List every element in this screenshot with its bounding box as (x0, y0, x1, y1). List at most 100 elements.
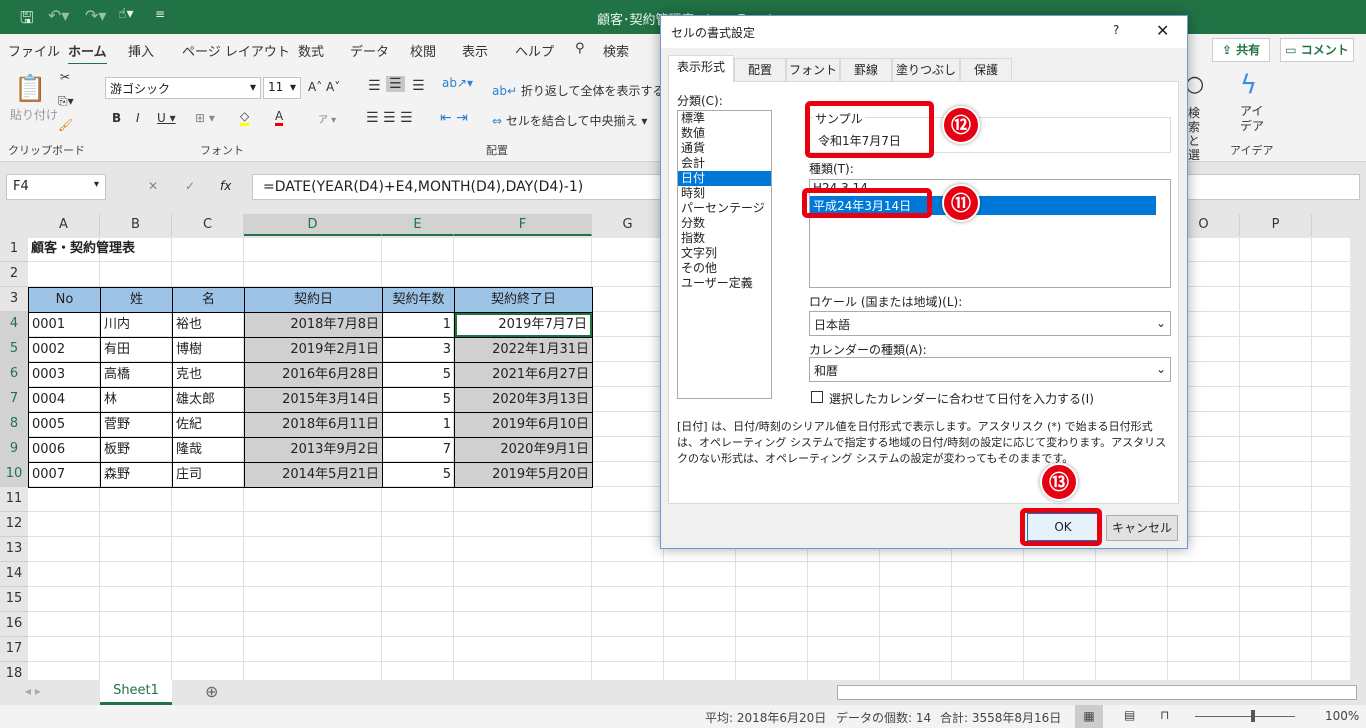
category-item[interactable]: パーセンテージ (678, 201, 771, 216)
table-header-cell[interactable]: 契約終了日 (454, 287, 593, 313)
row-header-10[interactable]: 10 (0, 462, 28, 487)
table-header-cell[interactable]: No (28, 287, 101, 313)
table-cell[interactable]: 2019年2月1日 (244, 337, 383, 363)
table-cell[interactable]: 2018年7月8日 (244, 312, 383, 338)
align-bottom-icon[interactable]: ☰ (412, 78, 425, 94)
ideas-icon[interactable]: ϟ (1240, 70, 1257, 100)
row-header-14[interactable]: 14 (0, 562, 28, 587)
table-cell[interactable]: 7 (382, 437, 455, 463)
table-cell[interactable]: 0002 (28, 337, 101, 363)
tab-number[interactable]: 表示形式 (668, 55, 734, 82)
tab-home[interactable]: ホーム (68, 41, 107, 66)
table-cell[interactable]: 2014年5月21日 (244, 462, 383, 488)
merge-center-button[interactable]: ⇔ セルを結合して中央揃え ▾ (492, 112, 647, 129)
indent-icon[interactable]: ⇤ ⇥ (440, 110, 468, 126)
sheet-title[interactable]: 顧客・契約管理表 (28, 237, 138, 261)
category-item[interactable]: ユーザー定義 (678, 276, 771, 291)
phonetic-icon[interactable]: ア ▾ (318, 111, 336, 126)
fill-color-icon[interactable]: ◇ (240, 109, 250, 126)
table-cell[interactable]: 0005 (28, 412, 101, 438)
orientation-icon[interactable]: ab↗▾ (442, 76, 473, 90)
new-sheet-icon[interactable]: ⊕ (205, 682, 218, 701)
table-cell[interactable]: 菅野 (100, 412, 173, 438)
table-cell[interactable]: 2015年3月14日 (244, 387, 383, 413)
table-cell[interactable]: 5 (382, 462, 455, 488)
table-cell[interactable]: 0007 (28, 462, 101, 488)
tab-alignment[interactable]: 配置 (734, 58, 786, 81)
horizontal-scrollbar[interactable] (837, 685, 1357, 700)
help-button[interactable]: ? (1113, 23, 1119, 37)
table-header-cell[interactable]: 姓 (100, 287, 173, 313)
row-header-12[interactable]: 12 (0, 512, 28, 537)
table-cell[interactable]: 2019年6月10日 (454, 412, 593, 438)
normal-view-icon[interactable]: ▦ (1075, 705, 1103, 728)
paste-icon[interactable]: 📋 (14, 74, 46, 104)
table-cell[interactable]: 2020年3月13日 (454, 387, 593, 413)
redo-icon[interactable]: ↷▾ (85, 6, 106, 25)
table-cell[interactable]: 雄太郎 (172, 387, 245, 413)
row-header-3[interactable]: 3 (0, 287, 28, 312)
tab-help[interactable]: ヘルプ (515, 41, 554, 60)
borders-icon[interactable]: ⊞ ▾ (195, 111, 215, 125)
row-header-6[interactable]: 6 (0, 362, 28, 387)
row-header-11[interactable]: 11 (0, 487, 28, 512)
table-cell[interactable]: 庄司 (172, 462, 245, 488)
table-cell[interactable]: 3 (382, 337, 455, 363)
comment-button[interactable]: ▭ コメント (1280, 38, 1354, 62)
vertical-scrollbar[interactable] (1350, 238, 1366, 680)
tab-font[interactable]: フォント (786, 58, 840, 81)
table-cell[interactable]: 5 (382, 387, 455, 413)
column-header-B[interactable]: B (100, 214, 172, 236)
copy-icon[interactable]: ⎘▾ (58, 94, 74, 109)
bold-button[interactable]: B (112, 111, 121, 125)
column-header-E[interactable]: E (382, 214, 454, 236)
page-break-view-icon[interactable]: ⊓ (1160, 708, 1169, 722)
calendar-input-checkbox[interactable] (811, 391, 823, 403)
row-header-8[interactable]: 8 (0, 412, 28, 437)
table-cell[interactable]: 隆哉 (172, 437, 245, 463)
enter-icon[interactable]: ✓ (185, 179, 195, 193)
font-size-select[interactable]: 11 ▾ (263, 77, 301, 99)
tab-review[interactable]: 校閲 (410, 41, 436, 60)
category-item[interactable]: 数値 (678, 126, 771, 141)
cut-icon[interactable]: ✂ (60, 70, 70, 84)
cancel-icon[interactable]: ✕ (148, 179, 158, 193)
underline-button[interactable]: U ▾ (157, 111, 176, 125)
category-item[interactable]: 文字列 (678, 246, 771, 261)
table-cell[interactable]: 森野 (100, 462, 173, 488)
column-header-A[interactable]: A (28, 214, 100, 236)
align-top-icon[interactable]: ☰ (368, 78, 381, 94)
tab-file[interactable]: ファイル (8, 41, 60, 60)
category-item[interactable]: 通貨 (678, 141, 771, 156)
align-left-icon[interactable]: ☰ ☰ ☰ (366, 110, 413, 126)
tell-me-search[interactable]: 検索 (603, 41, 629, 60)
tab-data[interactable]: データ (350, 41, 389, 60)
row-header-1[interactable]: 1 (0, 237, 28, 262)
table-cell[interactable]: 0001 (28, 312, 101, 338)
category-item[interactable]: 会計 (678, 156, 771, 171)
row-header-9[interactable]: 9 (0, 437, 28, 462)
wrap-text-button[interactable]: ab↵ 折り返して全体を表示する (492, 82, 665, 99)
font-color-icon[interactable]: A (275, 109, 284, 126)
table-cell[interactable]: 高橋 (100, 362, 173, 388)
name-box[interactable]: F4 ▾ (6, 174, 106, 200)
table-header-cell[interactable]: 契約日 (244, 287, 383, 313)
category-item[interactable]: その他 (678, 261, 771, 276)
row-header-15[interactable]: 15 (0, 587, 28, 612)
zoom-level[interactable]: 100% (1325, 709, 1359, 723)
row-header-13[interactable]: 13 (0, 537, 28, 562)
tab-insert[interactable]: 挿入 (128, 41, 154, 60)
save-icon[interactable]: 🖫 (20, 7, 34, 34)
table-cell[interactable]: 川内 (100, 312, 173, 338)
font-name-select[interactable]: 游ゴシック ▾ (105, 77, 261, 99)
column-header-C[interactable]: C (172, 214, 244, 236)
table-cell[interactable]: 2013年9月2日 (244, 437, 383, 463)
table-cell[interactable]: 2020年9月1日 (454, 437, 593, 463)
row-header-17[interactable]: 17 (0, 637, 28, 662)
tab-fill[interactable]: 塗りつぶし (892, 58, 960, 81)
table-header-cell[interactable]: 名 (172, 287, 245, 313)
table-cell[interactable]: 博樹 (172, 337, 245, 363)
category-item[interactable]: 標準 (678, 111, 771, 126)
table-cell[interactable]: 0003 (28, 362, 101, 388)
table-cell[interactable]: 0004 (28, 387, 101, 413)
